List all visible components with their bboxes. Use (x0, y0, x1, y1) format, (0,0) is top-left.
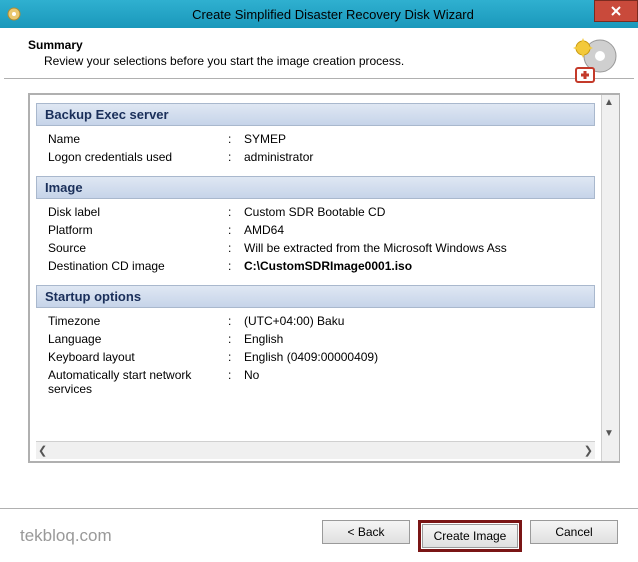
section-image-header: Image (36, 176, 595, 199)
section-backup-header: Backup Exec server (36, 103, 595, 126)
close-button[interactable] (594, 0, 638, 22)
page-subtitle: Review your selections before you start … (28, 54, 618, 68)
label: Logon credentials used (48, 150, 228, 164)
wizard-header: Summary Review your selections before yo… (0, 28, 638, 78)
create-image-button[interactable]: Create Image (422, 524, 518, 548)
label: Timezone (48, 314, 228, 328)
row-platform: Platform : AMD64 (30, 221, 601, 239)
value: English (0409:00000409) (244, 350, 595, 364)
label: Name (48, 132, 228, 146)
label: Language (48, 332, 228, 346)
label: Platform (48, 223, 228, 237)
row-keyboard: Keyboard layout : English (0409:00000409… (30, 348, 601, 366)
value: (UTC+04:00) Baku (244, 314, 595, 328)
value: SYMEP (244, 132, 595, 146)
value: Custom SDR Bootable CD (244, 205, 595, 219)
section-startup-header: Startup options (36, 285, 595, 308)
app-icon (0, 6, 28, 22)
cancel-button[interactable]: Cancel (530, 520, 618, 544)
row-timezone: Timezone : (UTC+04:00) Baku (30, 312, 601, 330)
row-destination: Destination CD image : C:\CustomSDRImage… (30, 257, 601, 275)
watermark: tekbloq.com (20, 526, 112, 546)
label: Automatically start network services (48, 368, 228, 396)
window-title: Create Simplified Disaster Recovery Disk… (28, 7, 638, 22)
chevron-down-icon[interactable]: ▼ (604, 428, 614, 439)
value: administrator (244, 150, 595, 164)
label: Destination CD image (48, 259, 228, 273)
page-title: Summary (28, 38, 618, 52)
row-source: Source : Will be extracted from the Micr… (30, 239, 601, 257)
value: C:\CustomSDRImage0001.iso (244, 259, 595, 273)
chevron-left-icon[interactable]: ❮ (38, 444, 47, 457)
horizontal-scrollbar[interactable]: ❮ ❯ (36, 441, 595, 459)
separator (4, 78, 634, 79)
value: AMD64 (244, 223, 595, 237)
create-image-highlight: Create Image (418, 520, 522, 552)
titlebar: Create Simplified Disaster Recovery Disk… (0, 0, 638, 28)
row-logon: Logon credentials used : administrator (30, 148, 601, 166)
chevron-up-icon[interactable]: ▲ (604, 97, 614, 108)
value: English (244, 332, 595, 346)
footer: tekbloq.com < Back Create Image Cancel (0, 508, 638, 562)
value: Will be extracted from the Microsoft Win… (244, 241, 595, 255)
row-language: Language : English (30, 330, 601, 348)
vertical-scrollbar[interactable]: ▲ ▼ (601, 95, 619, 461)
row-disk-label: Disk label : Custom SDR Bootable CD (30, 203, 601, 221)
back-button[interactable]: < Back (322, 520, 410, 544)
chevron-right-icon[interactable]: ❯ (584, 444, 593, 457)
value: No (244, 368, 595, 396)
label: Disk label (48, 205, 228, 219)
row-autostart: Automatically start network services : N… (30, 366, 601, 398)
label: Keyboard layout (48, 350, 228, 364)
label: Source (48, 241, 228, 255)
summary-panel: Backup Exec server Name : SYMEP Logon cr… (28, 93, 620, 463)
row-name: Name : SYMEP (30, 130, 601, 148)
wizard-icon (568, 36, 620, 88)
